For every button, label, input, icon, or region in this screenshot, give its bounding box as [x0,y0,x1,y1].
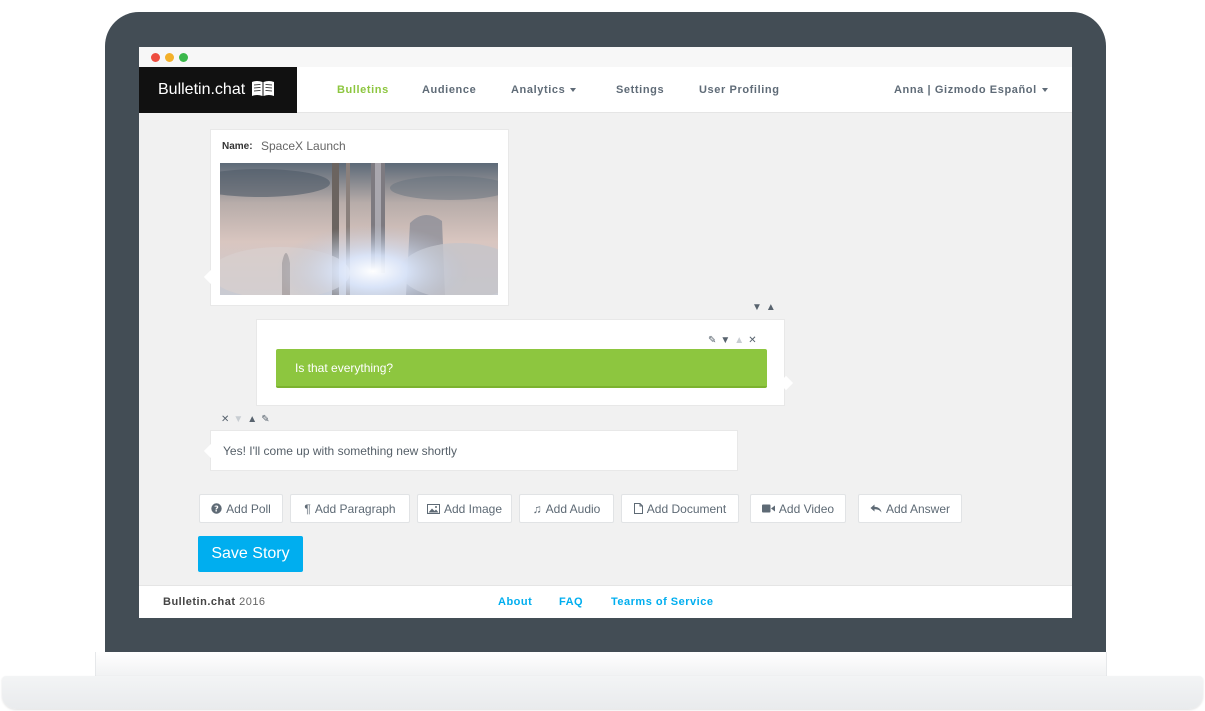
save-story-button[interactable]: Save Story [198,536,303,572]
bulletin-card: Name: SpaceX Launch [203,129,509,306]
card-pointer [203,269,219,285]
add-answer-label: Add Answer [885,501,951,516]
window-titlebar [139,47,1072,67]
add-poll-label: Add Poll [226,501,271,516]
footer-year: 2016 [239,596,266,608]
document-icon [633,503,643,514]
edit-pencil-icon[interactable]: ✎ [708,335,720,346]
add-audio-label: Add Audio [545,501,601,516]
caret-down-icon [570,88,577,93]
question-circle-icon: ? [211,503,222,514]
footer-link-faq[interactable]: FAQ [559,596,583,608]
add-poll-button[interactable]: ? Add Poll [199,494,283,523]
name-label: Name: [222,141,253,152]
move-up-icon[interactable]: ▲ [247,414,261,425]
add-answer-button[interactable]: Add Answer [858,494,962,523]
caret-down-icon [1041,88,1048,93]
add-image-button[interactable]: Add Image [417,494,512,523]
card-pointer [778,375,794,391]
move-up-icon[interactable]: ▲ [766,302,780,313]
question-bubble[interactable]: Is that everything? [276,349,767,388]
card-pointer [203,443,219,459]
answer-controls: ✕▼▲✎ [221,414,274,425]
add-video-button[interactable]: Add Video [750,494,846,523]
nav-settings[interactable]: Settings [616,67,664,113]
delete-close-icon[interactable]: ✕ [748,335,760,346]
add-image-label: Add Image [443,501,503,516]
user-menu-label: Anna | Gizmodo Español [894,84,1037,96]
move-up-icon[interactable]: ▲ [734,335,748,346]
add-paragraph-label: Add Paragraph [314,501,396,516]
top-navbar: Bulletin.chat Bulletins Audience Analyti… [139,67,1072,113]
question-controls: ✎▼▲✕ [708,335,761,346]
svg-text:?: ? [214,504,219,513]
close-window-button[interactable] [151,53,160,62]
answer-card: Yes! I'll come up with something new sho… [203,430,738,471]
move-down-icon[interactable]: ▼ [720,335,734,346]
page-footer: Bulletin.chat 2016 About FAQ Tearms of S… [139,585,1072,618]
move-down-icon[interactable]: ▼ [233,414,247,425]
music-note-icon: ♫ [532,501,542,516]
answer-text[interactable]: Yes! I'll come up with something new sho… [223,444,457,458]
app-window: Bulletin.chat Bulletins Audience Analyti… [139,47,1072,618]
reorder-controls: ▼▲ [752,302,780,313]
edit-pencil-icon[interactable]: ✎ [261,414,273,425]
add-video-label: Add Video [778,501,835,516]
image-icon [426,503,440,514]
laptop-base-top [95,652,1107,676]
footer-link-terms[interactable]: Tearms of Service [611,596,713,608]
footer-brand: Bulletin.chat 2016 [163,596,266,608]
pilcrow-icon: ¶ [304,501,311,516]
open-book-icon [251,79,275,102]
reply-icon [870,504,882,513]
nav-analytics-label: Analytics [511,84,566,96]
nav-analytics[interactable]: Analytics [511,67,577,113]
maximize-window-button[interactable] [179,53,188,62]
footer-brand-name: Bulletin.chat [163,596,236,608]
nav-user-profiling[interactable]: User Profiling [699,67,780,113]
delete-close-icon[interactable]: ✕ [221,414,233,425]
bulletin-name: SpaceX Launch [261,139,346,153]
move-down-icon[interactable]: ▼ [752,302,766,313]
user-menu[interactable]: Anna | Gizmodo Español [894,67,1048,113]
question-card: ✎▼▲✕ Is that everything? [256,319,794,406]
launch-image [220,163,498,295]
add-document-button[interactable]: Add Document [621,494,739,523]
video-camera-icon [761,504,775,513]
add-paragraph-button[interactable]: ¶ Add Paragraph [290,494,410,523]
minimize-window-button[interactable] [165,53,174,62]
nav-bulletins[interactable]: Bulletins [337,67,389,113]
add-audio-button[interactable]: ♫ Add Audio [519,494,614,523]
laptop-base [0,652,1205,711]
footer-link-about[interactable]: About [498,596,532,608]
laptop-base-slab [2,676,1203,709]
brand-name: Bulletin.chat [158,81,246,98]
brand-logo[interactable]: Bulletin.chat [139,67,297,113]
nav-audience[interactable]: Audience [422,67,476,113]
add-document-label: Add Document [646,501,727,516]
